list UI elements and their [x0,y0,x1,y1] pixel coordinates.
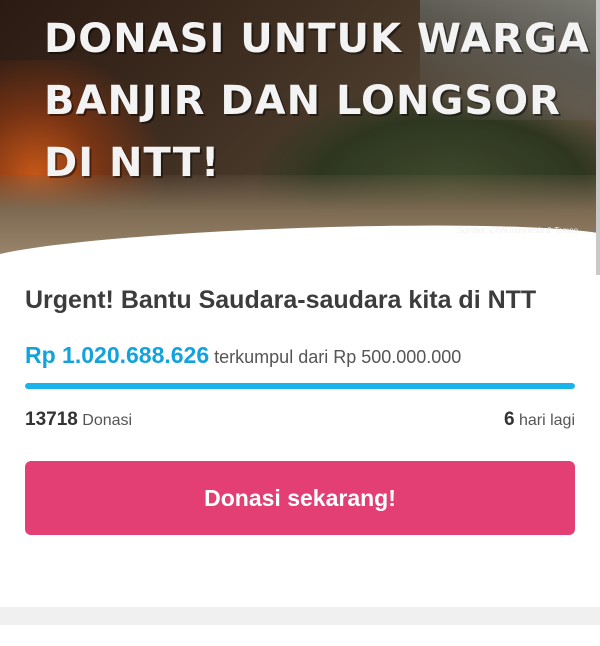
days-left-count: 6 [503,409,515,430]
campaign-banner-image: DONASI UNTUK WARGA BANJIR DAN LONGSOR DI… [0,0,600,262]
donation-count-label: Donasi [82,412,133,429]
donation-count: 13718 [25,409,78,430]
campaign-title: Urgent! Bantu Saudara-saudara kita di NT… [25,286,537,314]
days-left-stat: 6 hari lagi [504,409,575,431]
banner-source-credit: Sumber: CNN Indonesia & Tempo [457,226,578,235]
banner-title-line-2: BANJIR DAN LONGSOR [44,78,561,124]
funding-progress-bar [25,383,575,389]
banner-title-line-3: DI NTT! [44,140,221,186]
days-left-label: hari lagi [518,412,575,429]
campaign-stats: 13718 Donasi 6 hari lagi [25,409,575,431]
banner-title-line-1: DONASI UNTUK WARGA [44,16,590,62]
donation-count-stat: 13718 Donasi [25,409,132,431]
banner-title: DONASI UNTUK WARGA BANJIR DAN LONGSOR DI… [44,8,590,194]
amount-collected: Rp 1.020.688.626 [25,342,210,368]
section-divider [0,607,600,625]
campaign-details: Urgent! Bantu Saudara-saudara kita di NT… [25,283,575,535]
collected-target-text: terkumpul dari Rp 500.000.000 [214,347,462,367]
funding-progress-fill [25,383,575,389]
funding-summary: Rp 1.020.688.626 terkumpul dari Rp 500.0… [25,342,575,369]
donate-now-button[interactable]: Donasi sekarang! [25,461,575,535]
page-scrollbar[interactable] [596,0,600,275]
